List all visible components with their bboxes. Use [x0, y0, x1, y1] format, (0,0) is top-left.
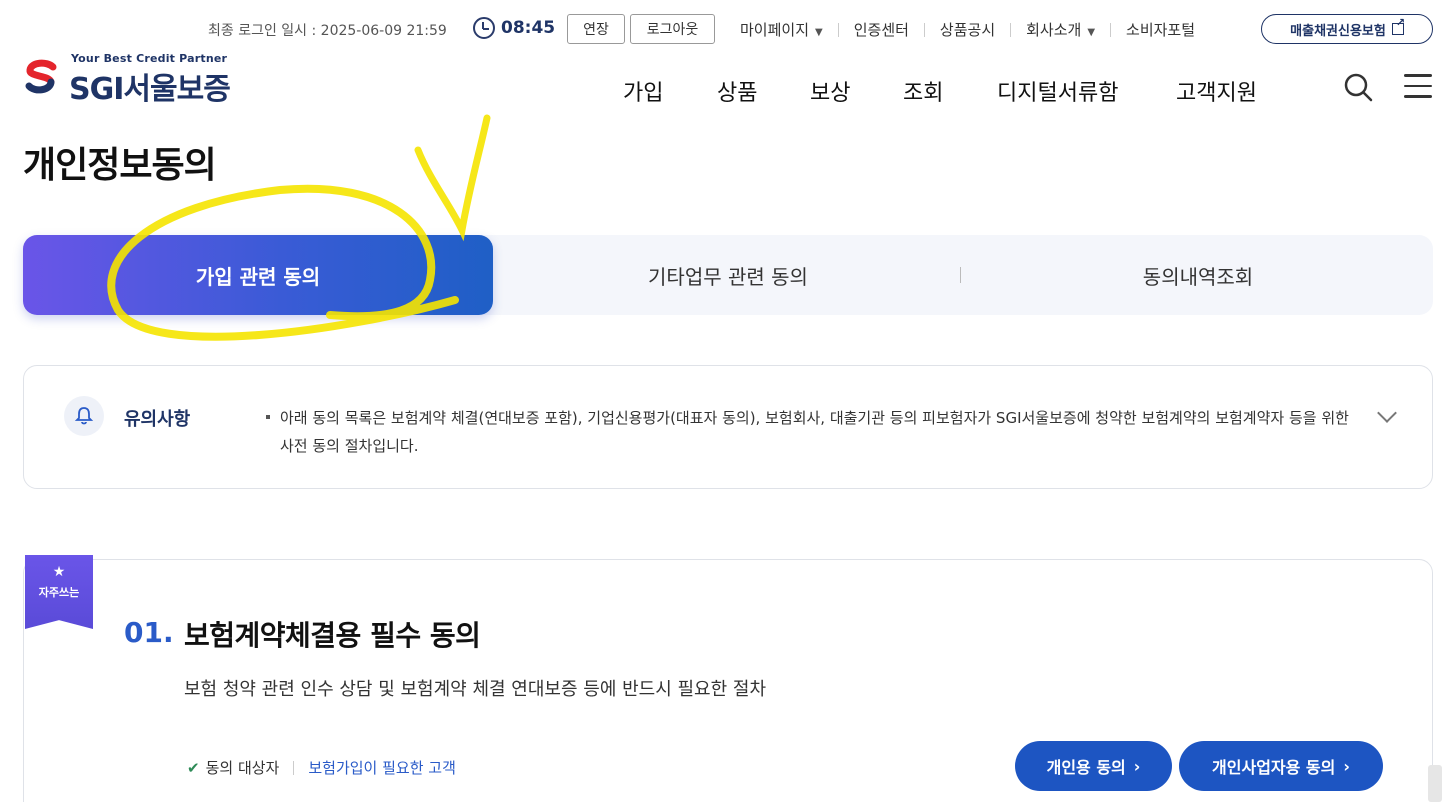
card-number: 01. [124, 616, 174, 649]
menu-line [1404, 84, 1432, 87]
chevron-right-icon: › [1343, 756, 1350, 776]
nav-inquiry[interactable]: 조회 [903, 75, 943, 107]
tab-divider [960, 267, 961, 283]
util-link-label: 회사소개 [1026, 21, 1082, 39]
util-link-label: 마이페이지 [740, 21, 810, 39]
session-timer: 08:45 [473, 17, 555, 39]
util-link-cert-center[interactable]: 인증센터 [854, 19, 909, 40]
divider [1010, 22, 1012, 37]
extend-session-button[interactable]: 연장 [567, 14, 625, 44]
nav-compensation[interactable]: 보상 [810, 75, 850, 107]
utility-links: 마이페이지 ▼ 인증센터 상품공시 회사소개 ▼ 소비자포털 [740, 19, 1195, 40]
consent-card: ★ 자주쓰는 01. 보험계약체결용 필수 동의 보험 청약 관련 인수 상담 … [23, 555, 1433, 802]
trade-credit-insurance-link[interactable]: 매출채권신용보험 [1261, 14, 1433, 44]
search-icon[interactable] [1343, 72, 1373, 102]
nav-digital-documents[interactable]: 디지털서류함 [997, 75, 1118, 107]
consent-tabs: 가입 관련 동의 기타업무 관련 동의 동의내역조회 [23, 235, 1433, 315]
caret-down-icon: ▼ [815, 27, 823, 38]
personal-consent-button[interactable]: 개인용 동의 › [1015, 741, 1172, 791]
divider [1110, 22, 1112, 37]
tab-other-consent[interactable]: 기타업무 관련 동의 [493, 235, 963, 315]
sgi-logo-icon [25, 59, 57, 94]
tab-join-consent[interactable]: 가입 관련 동의 [23, 235, 493, 315]
util-link-mypage[interactable]: 마이페이지 ▼ [740, 19, 823, 40]
notice-label: 유의사항 [124, 409, 191, 430]
pill-label: 매출채권신용보험 [1290, 23, 1386, 39]
consent-target: ✔ 동의 대상자 보험가입이 필요한 고객 [187, 757, 456, 778]
scrollbar[interactable] [1428, 765, 1442, 802]
last-login-text: 최종 로그인 일시 : 2025-06-09 21:59 [208, 23, 447, 39]
util-link-product-disclosure[interactable]: 상품공시 [940, 19, 995, 40]
notice-text: 아래 동의 목록은 보험계약 체결(연대보증 포함), 기업신용평가(대표자 동… [264, 404, 1354, 460]
button-label: 개인용 동의 [1046, 758, 1126, 777]
nav-join[interactable]: 가입 [623, 75, 663, 107]
chevron-right-icon: › [1133, 756, 1141, 776]
star-icon: ★ [52, 564, 66, 580]
menu-line [1404, 74, 1432, 77]
tab-consent-history[interactable]: 동의내역조회 [963, 235, 1433, 315]
external-link-icon [1391, 16, 1405, 35]
page-title: 개인정보동의 [23, 145, 217, 186]
nav-products[interactable]: 상품 [717, 75, 757, 107]
session-time: 08:45 [501, 18, 556, 38]
caret-down-icon: ▼ [1087, 27, 1096, 38]
brand-name: SGI서울보증 [69, 72, 231, 107]
brand-logo[interactable]: Your Best Credit Partner SGI서울보증 [23, 52, 263, 107]
util-link-consumer-portal[interactable]: 소비자포털 [1126, 19, 1195, 40]
target-value: 보험가입이 필요한 고객 [308, 759, 456, 777]
logout-button[interactable]: 로그아웃 [630, 14, 715, 44]
clock-icon [473, 17, 495, 39]
notice-box: 유의사항 아래 동의 목록은 보험계약 체결(연대보증 포함), 기업신용평가(… [23, 365, 1433, 489]
menu-line [1404, 95, 1432, 98]
utility-bar: 최종 로그인 일시 : 2025-06-09 21:59 08:45 연장 로그… [0, 12, 1442, 46]
badge-label: 자주쓰는 [38, 586, 80, 599]
nav-customer-support[interactable]: 고객지원 [1176, 75, 1257, 107]
divider [923, 22, 925, 37]
button-label: 개인사업자용 동의 [1212, 758, 1336, 777]
chevron-down-icon[interactable] [1377, 403, 1397, 423]
check-icon: ✔ [187, 758, 200, 777]
divider [837, 22, 839, 37]
util-link-company[interactable]: 회사소개 ▼ [1026, 19, 1095, 40]
sole-proprietor-consent-button[interactable]: 개인사업자용 동의 › [1179, 741, 1383, 791]
target-label: 동의 대상자 [205, 759, 280, 777]
frequent-badge: ★ 자주쓰는 [25, 555, 93, 629]
card-description: 보험 청약 관련 인수 상담 및 보험계약 체결 연대보증 등에 반드시 필요한… [184, 679, 767, 700]
card-title: 보험계약체결용 필수 동의 [184, 619, 481, 652]
divider [293, 760, 295, 775]
bell-glyph [74, 407, 94, 425]
bell-icon [64, 396, 104, 436]
hamburger-menu-icon[interactable] [1404, 74, 1432, 98]
